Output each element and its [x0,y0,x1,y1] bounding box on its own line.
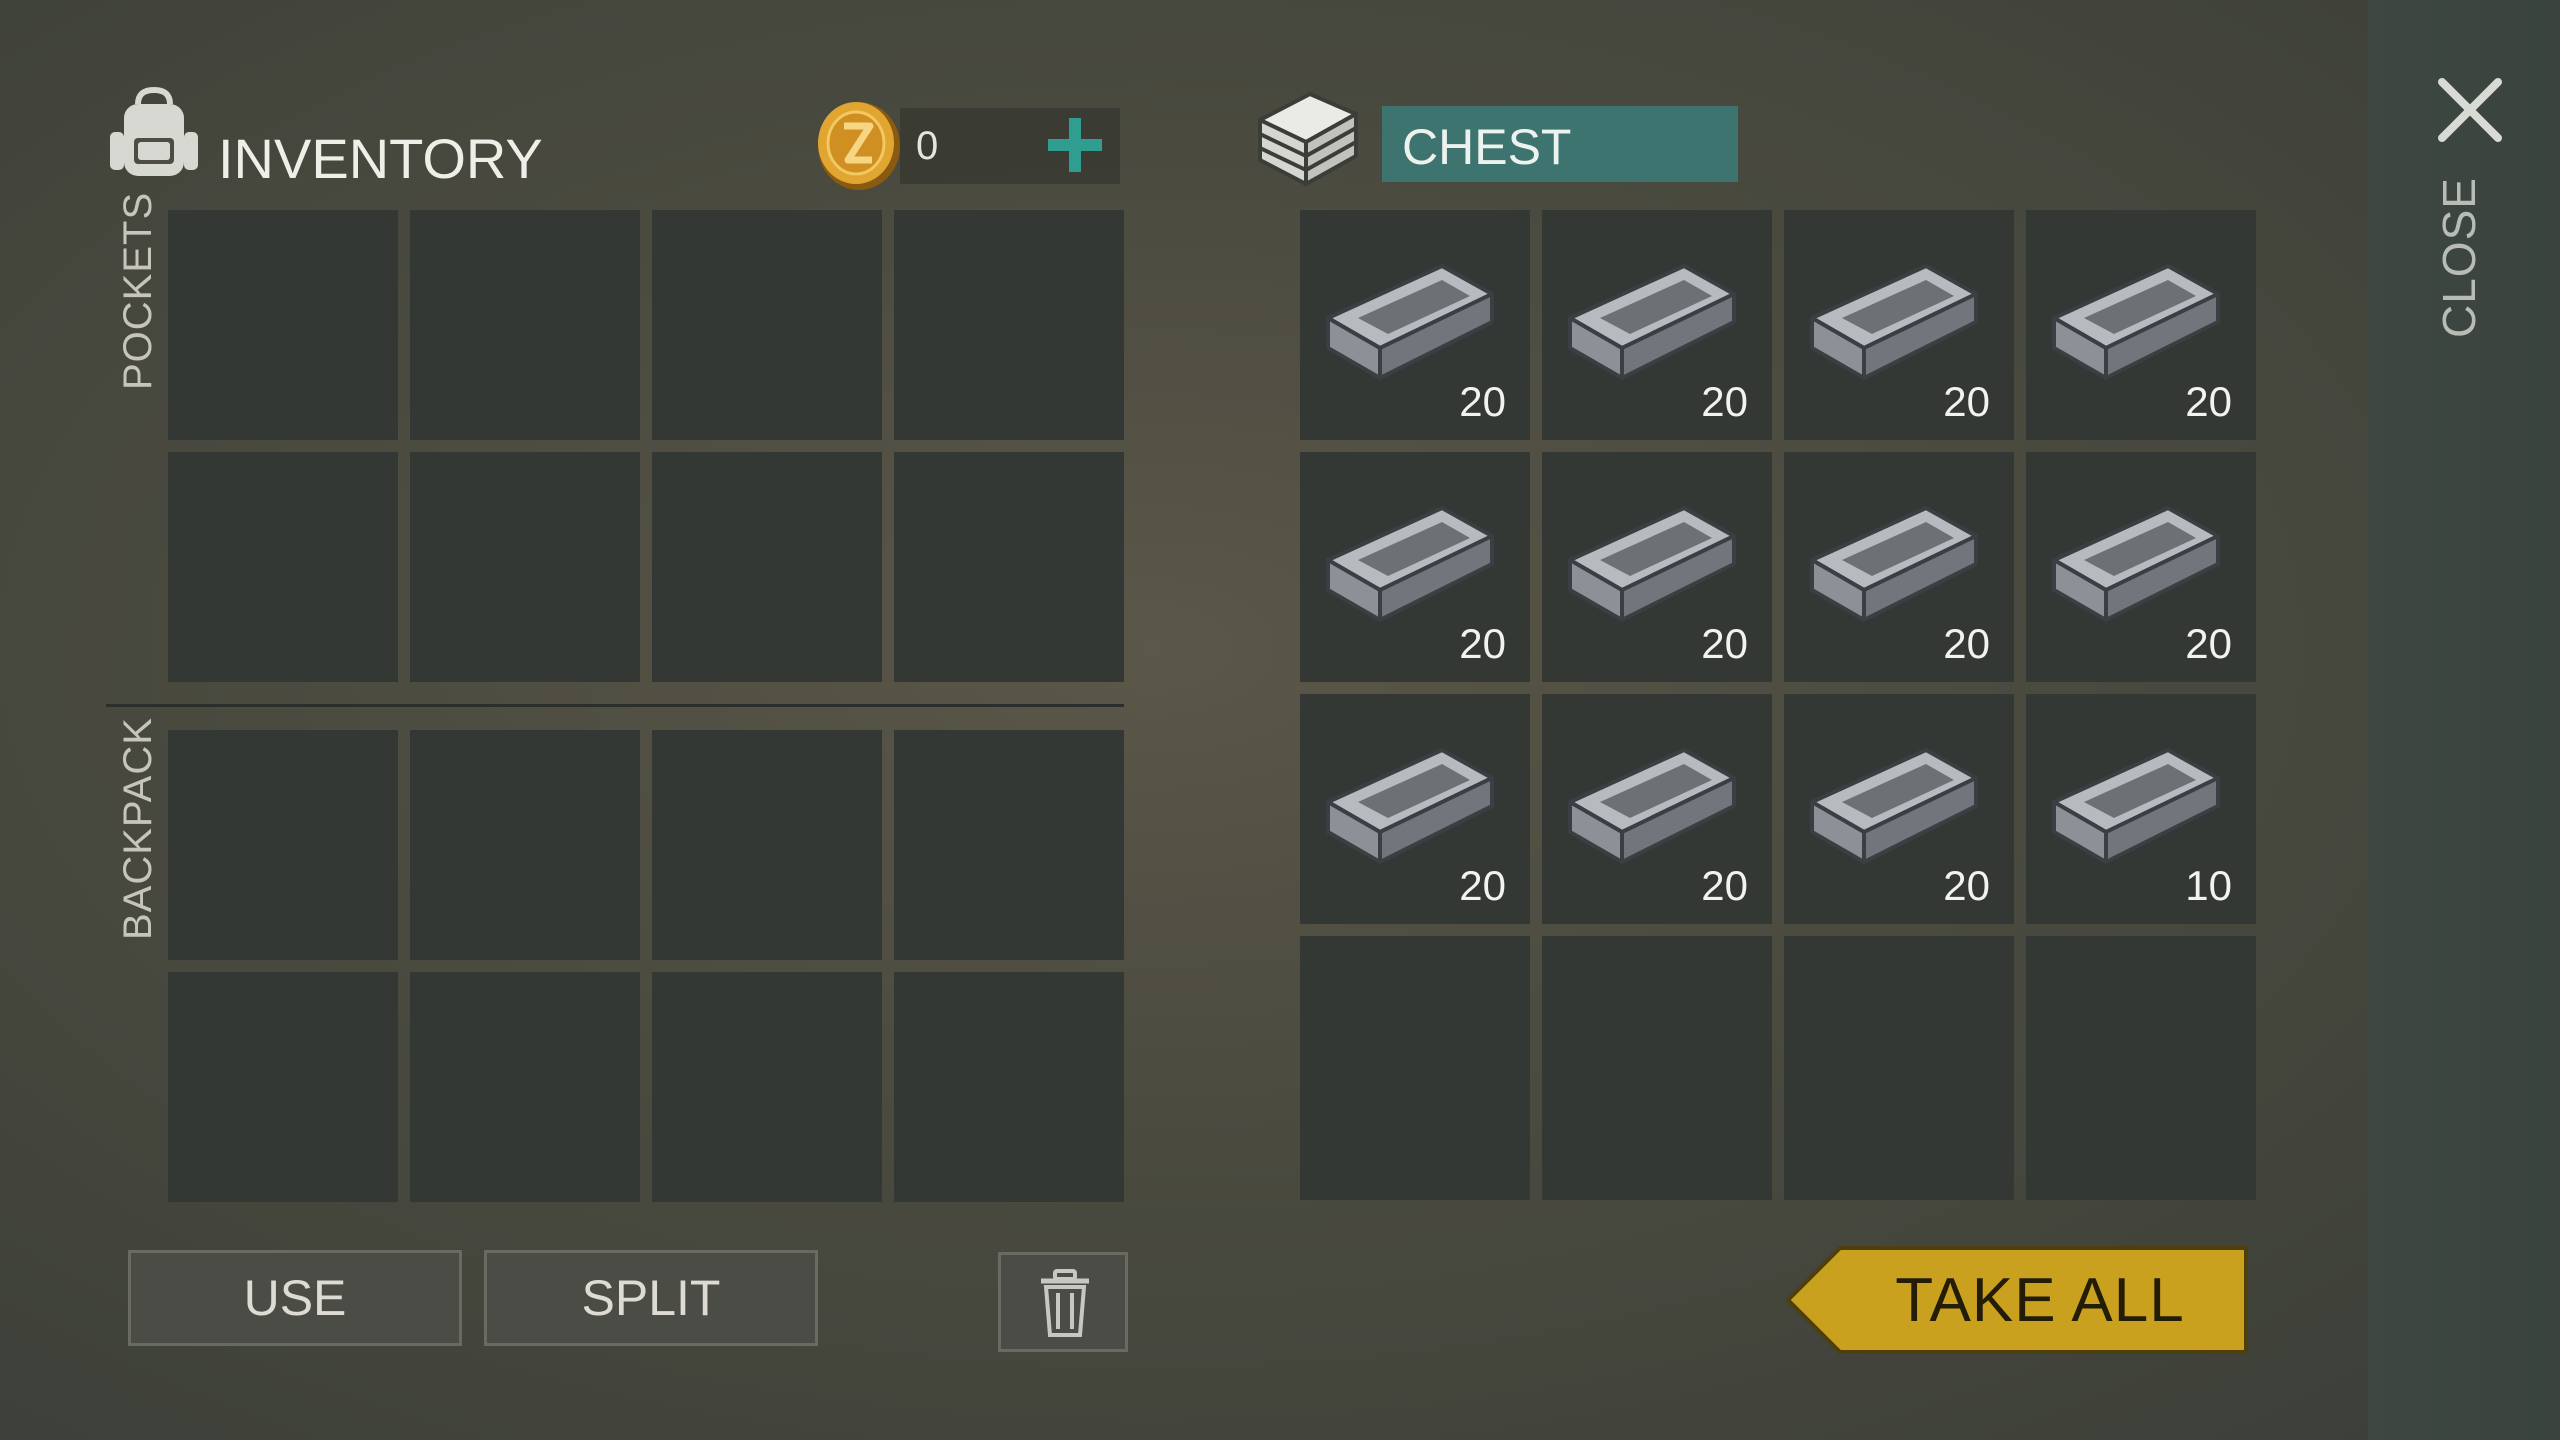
pockets-label: POCKETS [116,191,160,390]
pocket-slot[interactable] [168,210,398,440]
chest-slot[interactable]: 20 [1784,694,2014,924]
item-quantity: 20 [1943,620,1990,667]
pocket-slot[interactable] [410,452,640,682]
pocket-slot[interactable] [894,210,1124,440]
chest-slot[interactable]: 20 [1300,694,1530,924]
backpack-slot[interactable] [168,730,398,960]
chest-slot[interactable]: 20 [1300,452,1530,682]
item-quantity: 20 [1701,862,1748,909]
metal-ingot-icon [1568,748,1736,864]
backpack-slot[interactable] [894,972,1124,1202]
backpack-slot[interactable] [652,972,882,1202]
item-quantity: 20 [1459,620,1506,667]
close-icon[interactable] [2432,72,2508,148]
chest-slot[interactable] [1300,1164,1530,1200]
backpack-label: BACKPACK [116,717,160,940]
item-quantity: 20 [1943,862,1990,909]
metal-ingot-icon [1568,264,1736,380]
add-coins-button[interactable] [1040,110,1110,180]
backpack-slot[interactable] [168,972,398,1202]
chest-name: CHEST [1402,119,1572,175]
chest-grid: 20 20 20 20 20 20 20 20 20 20 20 10 [1300,210,2256,1166]
chest-scroll-peek[interactable] [1300,1164,2258,1200]
pocket-slot[interactable] [652,452,882,682]
metal-ingot-icon [1810,748,1978,864]
split-button[interactable]: SPLIT [484,1250,818,1346]
take-all-label: TAKE ALL [1895,1265,2185,1335]
pocket-slot[interactable] [410,210,640,440]
backpack-slot[interactable] [410,972,640,1202]
chest-slot[interactable] [2026,936,2256,1166]
item-quantity: 20 [1459,378,1506,425]
chest-slot[interactable]: 20 [1784,210,2014,440]
backpack-slot[interactable] [894,730,1124,960]
chest-slot[interactable]: 10 [2026,694,2256,924]
inventory-title: INVENTORY [218,127,543,190]
metal-ingot-icon [2052,264,2220,380]
chest-slot[interactable] [1784,936,2014,1166]
metal-ingot-icon [1326,506,1494,622]
trash-icon [1041,1269,1089,1337]
pockets-grid [168,210,1124,682]
metal-ingot-icon [1326,264,1494,380]
item-quantity: 20 [1459,862,1506,909]
use-button[interactable]: USE [128,1250,462,1346]
item-quantity: 20 [1701,378,1748,425]
chest-slot[interactable] [1784,1164,2014,1200]
pocket-slot[interactable] [652,210,882,440]
chest-slot[interactable]: 20 [2026,210,2256,440]
close-label[interactable]: CLOSE [2432,177,2512,338]
item-quantity: 20 [2185,620,2232,667]
section-divider [106,704,1124,707]
chest-slot[interactable]: 20 [1542,452,1772,682]
chest-slot[interactable]: 20 [2026,452,2256,682]
pocket-slot[interactable] [894,452,1124,682]
chest-icon [1258,92,1358,186]
item-quantity: 20 [2185,378,2232,425]
chest-slot[interactable]: 20 [1542,694,1772,924]
metal-ingot-icon [1810,506,1978,622]
metal-ingot-icon [2052,748,2220,864]
chest-slot[interactable] [1300,936,1530,1166]
delete-button[interactable] [998,1252,1128,1352]
metal-ingot-icon [1810,264,1978,380]
backpack-icon [110,86,198,176]
backpack-grid [168,730,1124,1202]
metal-ingot-icon [1568,506,1736,622]
chest-slot[interactable]: 20 [1542,210,1772,440]
chest-slot[interactable] [2026,1164,2256,1200]
item-quantity: 10 [2185,862,2232,909]
chest-slot[interactable]: 20 [1300,210,1530,440]
chest-slot[interactable] [1542,936,1772,1166]
backpack-slot[interactable] [652,730,882,960]
metal-ingot-icon [1326,748,1494,864]
item-quantity: 20 [1701,620,1748,667]
pocket-slot[interactable] [168,452,398,682]
chest-slot[interactable] [1542,1164,1772,1200]
metal-ingot-icon [2052,506,2220,622]
item-quantity: 20 [1943,378,1990,425]
backpack-slot[interactable] [410,730,640,960]
coin-icon [818,102,900,190]
chest-slot[interactable]: 20 [1784,452,2014,682]
coin-amount: 0 [916,124,939,168]
